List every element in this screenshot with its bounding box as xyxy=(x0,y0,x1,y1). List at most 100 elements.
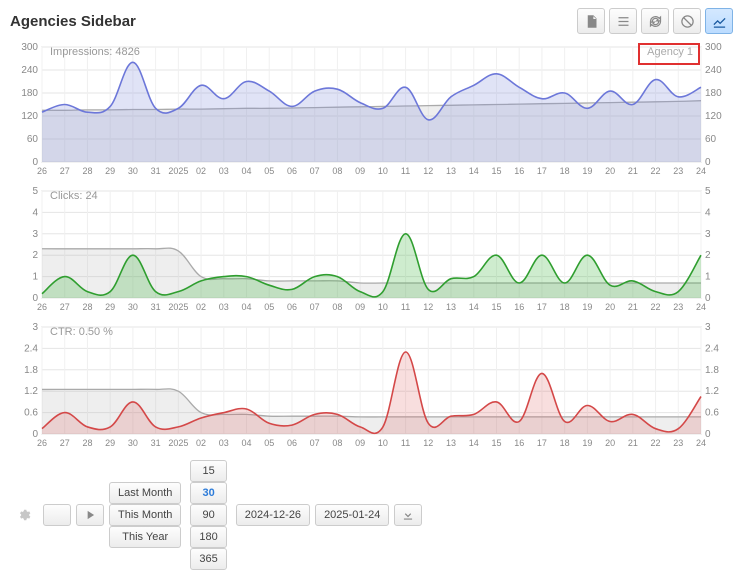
range-this-month[interactable]: This Month xyxy=(109,504,181,526)
svg-text:180: 180 xyxy=(705,88,722,99)
agency-label: Agency 1 xyxy=(647,46,693,58)
svg-text:09: 09 xyxy=(355,166,365,176)
svg-text:11: 11 xyxy=(401,438,410,448)
svg-text:27: 27 xyxy=(60,166,70,176)
chart-1: 0011223344552627282930312025020304050607… xyxy=(10,186,733,316)
svg-text:24: 24 xyxy=(696,302,706,312)
days-30[interactable]: 30 xyxy=(190,482,226,504)
svg-text:3: 3 xyxy=(32,229,38,240)
svg-text:26: 26 xyxy=(37,438,47,448)
toolbar xyxy=(577,8,733,34)
svg-text:09: 09 xyxy=(355,438,365,448)
svg-text:15: 15 xyxy=(491,302,501,312)
svg-text:120: 120 xyxy=(705,111,722,122)
svg-text:29: 29 xyxy=(105,166,115,176)
days-180[interactable]: 180 xyxy=(190,526,226,548)
svg-text:17: 17 xyxy=(537,438,547,448)
svg-text:0.6: 0.6 xyxy=(24,408,38,419)
svg-text:14: 14 xyxy=(469,166,479,176)
date-from[interactable]: 2024-12-26 xyxy=(236,504,310,526)
svg-text:16: 16 xyxy=(514,438,524,448)
svg-text:08: 08 xyxy=(332,166,342,176)
svg-text:20: 20 xyxy=(605,166,615,176)
chart-button[interactable] xyxy=(705,8,733,34)
svg-text:05: 05 xyxy=(264,438,274,448)
svg-text:16: 16 xyxy=(514,166,524,176)
svg-text:2.4: 2.4 xyxy=(705,343,719,354)
chart-2: 000.60.61.21.21.81.82.42.433262728293031… xyxy=(10,322,733,452)
svg-text:27: 27 xyxy=(60,302,70,312)
svg-text:20: 20 xyxy=(605,302,615,312)
svg-text:28: 28 xyxy=(82,302,92,312)
svg-text:06: 06 xyxy=(287,166,297,176)
svg-text:2025: 2025 xyxy=(168,438,188,448)
svg-text:240: 240 xyxy=(705,65,722,76)
days-90[interactable]: 90 xyxy=(190,504,226,526)
svg-text:16: 16 xyxy=(514,302,524,312)
days-365[interactable]: 365 xyxy=(190,548,226,570)
svg-text:3: 3 xyxy=(705,229,711,240)
date-to[interactable]: 2025-01-24 xyxy=(315,504,389,526)
svg-text:03: 03 xyxy=(219,302,229,312)
chart-title-2: CTR: 0.50 % xyxy=(50,326,113,338)
svg-text:1.8: 1.8 xyxy=(24,365,38,376)
svg-text:3: 3 xyxy=(32,322,38,333)
svg-text:21: 21 xyxy=(628,302,638,312)
svg-text:10: 10 xyxy=(378,438,388,448)
svg-text:06: 06 xyxy=(287,438,297,448)
svg-text:1.2: 1.2 xyxy=(24,386,38,397)
days-15[interactable]: 15 xyxy=(190,460,226,482)
svg-text:02: 02 xyxy=(196,302,206,312)
svg-text:240: 240 xyxy=(21,65,38,76)
svg-text:07: 07 xyxy=(310,302,320,312)
document-button[interactable] xyxy=(577,8,605,34)
svg-text:04: 04 xyxy=(242,166,252,176)
settings-icon[interactable] xyxy=(10,504,38,526)
svg-text:10: 10 xyxy=(378,302,388,312)
svg-text:12: 12 xyxy=(423,302,433,312)
svg-text:120: 120 xyxy=(21,111,38,122)
svg-text:13: 13 xyxy=(446,438,456,448)
play-button[interactable] xyxy=(76,504,104,526)
svg-text:60: 60 xyxy=(27,134,39,145)
list-button[interactable] xyxy=(609,8,637,34)
svg-text:180: 180 xyxy=(21,88,38,99)
svg-text:2025: 2025 xyxy=(168,302,188,312)
svg-text:13: 13 xyxy=(446,302,456,312)
svg-text:23: 23 xyxy=(673,438,683,448)
block-button[interactable] xyxy=(673,8,701,34)
svg-text:1: 1 xyxy=(705,272,711,283)
range-last-month[interactable]: Last Month xyxy=(109,482,181,504)
svg-text:12: 12 xyxy=(423,438,433,448)
download-button[interactable] xyxy=(394,504,422,526)
svg-text:03: 03 xyxy=(219,166,229,176)
svg-text:2: 2 xyxy=(705,250,711,261)
svg-text:4: 4 xyxy=(32,207,38,218)
svg-text:31: 31 xyxy=(151,438,161,448)
svg-text:18: 18 xyxy=(560,302,570,312)
svg-text:21: 21 xyxy=(628,166,638,176)
svg-text:13: 13 xyxy=(446,166,456,176)
svg-text:08: 08 xyxy=(332,302,342,312)
svg-text:5: 5 xyxy=(705,186,711,197)
svg-text:26: 26 xyxy=(37,166,47,176)
svg-text:14: 14 xyxy=(469,438,479,448)
svg-text:31: 31 xyxy=(151,302,161,312)
svg-text:4: 4 xyxy=(705,207,711,218)
refresh-button[interactable] xyxy=(641,8,669,34)
prev-button[interactable] xyxy=(43,504,71,526)
svg-text:15: 15 xyxy=(491,166,501,176)
svg-text:11: 11 xyxy=(401,166,410,176)
range-this-year[interactable]: This Year xyxy=(109,526,181,548)
svg-text:14: 14 xyxy=(469,302,479,312)
svg-text:1: 1 xyxy=(32,272,38,283)
svg-text:19: 19 xyxy=(582,166,592,176)
svg-text:30: 30 xyxy=(128,302,138,312)
page-title: Agencies Sidebar xyxy=(10,13,136,30)
svg-text:24: 24 xyxy=(696,166,706,176)
svg-text:31: 31 xyxy=(151,166,161,176)
svg-text:28: 28 xyxy=(82,166,92,176)
svg-text:10: 10 xyxy=(378,166,388,176)
svg-text:24: 24 xyxy=(696,438,706,448)
svg-text:1.8: 1.8 xyxy=(705,365,719,376)
